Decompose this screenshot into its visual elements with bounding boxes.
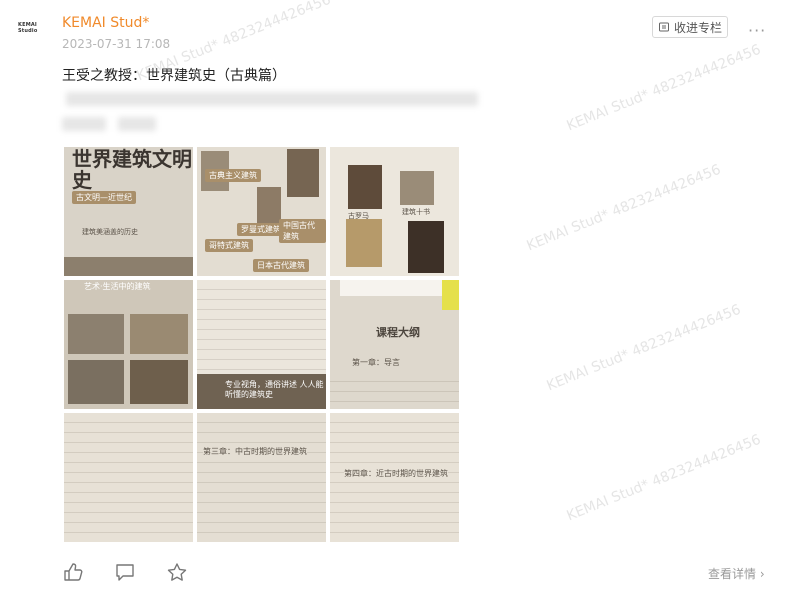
- blurred-text: [118, 117, 156, 131]
- post-image-6[interactable]: 课程大纲 第一章：导言: [330, 280, 459, 409]
- image-subtitle: 古文明—近世纪: [72, 191, 136, 204]
- watermark: KEMAI Stud* 4823244426456: [524, 161, 724, 255]
- watermark: KEMAI Stud* 4823244426456: [564, 431, 764, 525]
- post-image-7[interactable]: [64, 413, 193, 542]
- more-options-icon[interactable]: ···: [748, 21, 766, 40]
- post-date: 2023-07-31 17:08: [62, 37, 171, 51]
- post-title: 王受之教授：世界建筑史（古典篇）: [62, 68, 286, 84]
- collect-label: 收进专栏: [673, 20, 722, 35]
- author-name[interactable]: KEMAI Stud*: [62, 15, 149, 31]
- image-section: 第三章：中古时期的世界建筑: [203, 447, 307, 457]
- post-image-9[interactable]: 第四章：近古时期的世界建筑: [330, 413, 459, 542]
- image-grid: 世界建筑文明史 古文明—近世纪 建筑美涵盖的历史 古典主义建筑 罗曼式建筑 中国…: [64, 147, 459, 542]
- image-label: 日本古代建筑: [253, 259, 309, 272]
- image-label: 罗曼式建筑: [237, 223, 285, 236]
- image-title: 世界建筑文明史: [72, 147, 192, 192]
- image-caption: 建筑美涵盖的历史: [82, 228, 138, 236]
- collect-to-column-button[interactable]: 收进专栏: [652, 16, 728, 38]
- image-section: 第四章：近古时期的世界建筑: [344, 469, 448, 479]
- image-caption: 专业视角，通俗讲述 人人能听懂的建筑史: [225, 380, 324, 399]
- collect-icon: [658, 22, 669, 32]
- blurred-text: [66, 92, 478, 106]
- post-image-4[interactable]: 艺术·生活中的建筑: [64, 280, 193, 409]
- image-label: 哥特式建筑: [205, 239, 253, 252]
- view-detail-link[interactable]: 查看详情 ›: [708, 565, 765, 582]
- blurred-text: [62, 117, 106, 131]
- comment-icon[interactable]: [114, 562, 136, 582]
- view-detail-label: 查看详情: [708, 567, 757, 581]
- watermark: KEMAI Stud* 4823244426456: [544, 301, 744, 395]
- post-image-5[interactable]: 专业视角，通俗讲述 人人能听懂的建筑史: [197, 280, 326, 409]
- image-section: 第一章：导言: [352, 358, 400, 367]
- like-icon[interactable]: [62, 562, 84, 582]
- image-label: 古典主义建筑: [205, 169, 261, 182]
- post-image-1[interactable]: 世界建筑文明史 古文明—近世纪 建筑美涵盖的历史: [64, 147, 193, 276]
- post-image-3[interactable]: 古罗马 建筑十书: [330, 147, 459, 276]
- image-title: 艺术·生活中的建筑: [84, 282, 151, 291]
- watermark: KEMAI Stud* 4823244426456: [564, 41, 764, 135]
- author-avatar[interactable]: KEMAI Studio: [18, 22, 44, 36]
- image-label: 中国古代建筑: [279, 219, 326, 243]
- post-image-2[interactable]: 古典主义建筑 罗曼式建筑 中国古代建筑 日本古代建筑 哥特式建筑: [197, 147, 326, 276]
- image-title: 课程大纲: [376, 326, 420, 339]
- favorite-star-icon[interactable]: [166, 562, 188, 582]
- post-image-8[interactable]: 第三章：中古时期的世界建筑: [197, 413, 326, 542]
- chevron-right-icon: ›: [759, 567, 765, 581]
- image-label: 建筑十书: [402, 208, 430, 216]
- action-bar: [62, 562, 188, 582]
- image-label: 古罗马: [348, 212, 369, 220]
